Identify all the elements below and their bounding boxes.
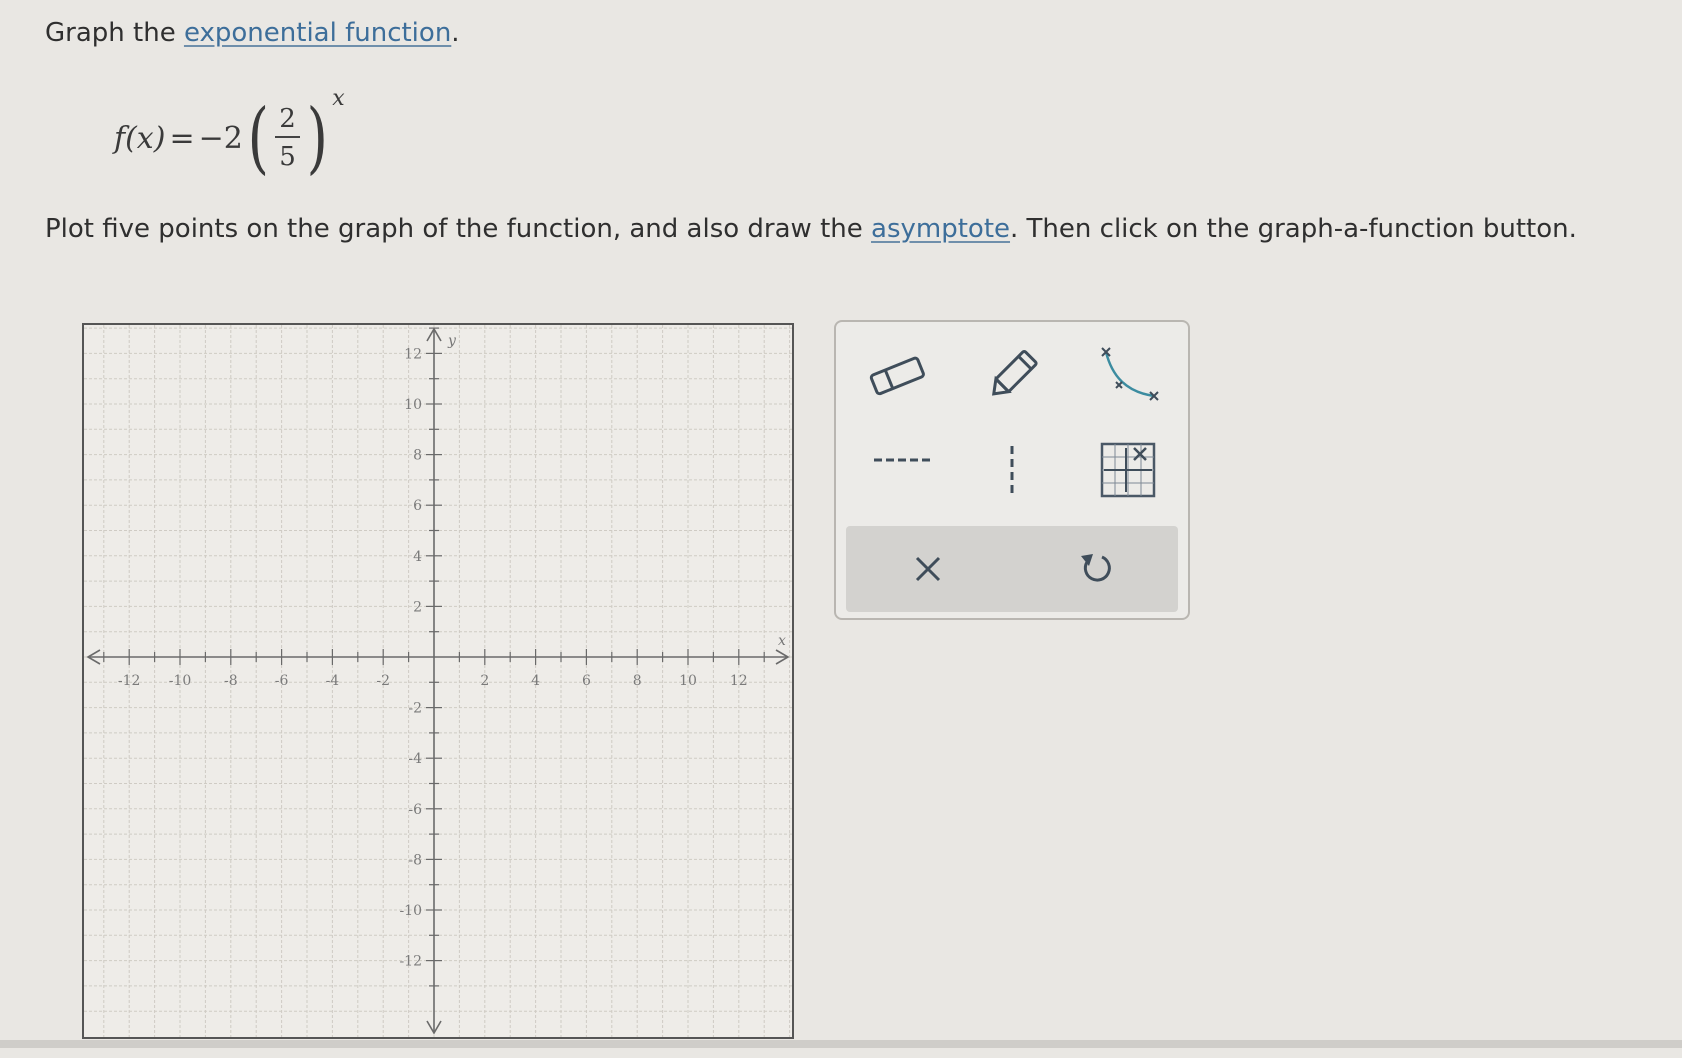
clear-button[interactable]: [903, 544, 953, 594]
horizontal-asymptote-tool-button[interactable]: [872, 442, 932, 478]
graph-function-icon: [1100, 442, 1156, 498]
x-tick-label: -6: [275, 673, 289, 689]
close-icon: [915, 556, 941, 582]
graph-toolbar: [834, 320, 1190, 620]
x-tick-label: 8: [633, 673, 642, 689]
horizontal-dashed-line-icon: [874, 458, 930, 462]
exponential-function-link[interactable]: exponential function: [184, 18, 451, 48]
right-paren: ): [306, 93, 328, 183]
y-tick-label: 4: [413, 549, 422, 565]
y-tick-label: -6: [408, 802, 422, 818]
coordinate-plane[interactable]: x y -12 -10 -8 -6 -4 -2 2 4 6 8 10 12 12 10 8 6 4 2 -2 -4 -6 -8…: [84, 325, 792, 1037]
y-tick-label: -4: [408, 751, 422, 767]
x-tick-label: 2: [480, 673, 489, 689]
eraser-tool-button[interactable]: [866, 350, 928, 400]
y-tick-label: -8: [408, 852, 422, 868]
undo-icon: [1081, 554, 1111, 582]
x-axis-label: x: [778, 633, 786, 649]
prompt-text: Graph the exponential function.: [45, 18, 460, 48]
formula-exponent: x: [332, 86, 345, 111]
y-tick-label: 10: [404, 397, 422, 413]
instruction-lead: Plot five points on the graph of the fun…: [45, 214, 872, 244]
exponential-curve-tool-button[interactable]: [1098, 346, 1160, 406]
fraction-denominator: 5: [279, 142, 296, 172]
undo-button[interactable]: [1071, 544, 1121, 594]
y-tick-label: 2: [413, 599, 422, 615]
x-tick-label: -4: [326, 673, 340, 689]
left-paren: (: [247, 93, 269, 183]
fraction-numerator: 2: [275, 104, 300, 138]
graph-a-function-button[interactable]: [1100, 442, 1156, 498]
tick-labels: x y -12 -10 -8 -6 -4 -2 2 4 6 8 10 12 12 10 8 6 4 2 -2 -4 -6 -8…: [118, 333, 786, 970]
x-tick-label: -12: [118, 673, 141, 689]
asymptote-link[interactable]: asymptote: [871, 214, 1010, 244]
y-tick-label: 6: [413, 498, 422, 514]
x-tick-label: 12: [730, 673, 748, 689]
prompt-trail: .: [451, 18, 460, 48]
formula-coefficient: −2: [198, 120, 243, 156]
y-tick-label: 12: [404, 346, 422, 362]
exponential-curve-icon: [1101, 347, 1159, 401]
y-tick-label: -10: [399, 903, 422, 919]
function-formula: f(x) = −2 ( 2 5 ) x: [114, 86, 345, 186]
formula-equals: =: [169, 120, 195, 156]
y-tick-label: -2: [408, 701, 422, 717]
pencil-icon: [992, 349, 1038, 396]
graph-area[interactable]: x y -12 -10 -8 -6 -4 -2 2 4 6 8 10 12 12 10 8 6 4 2 -2 -4 -6 -8…: [82, 323, 794, 1039]
action-bar: [846, 526, 1178, 612]
eraser-icon: [869, 356, 925, 396]
x-tick-label: 10: [679, 673, 697, 689]
pencil-tool-button[interactable]: [984, 344, 1046, 404]
x-tick-label: 6: [582, 673, 591, 689]
formula-lhs: f(x): [114, 120, 166, 156]
y-tick-label: 8: [413, 448, 422, 464]
prompt-lead: Graph the: [45, 18, 184, 48]
x-tick-label: -8: [224, 673, 238, 689]
x-tick-label: 4: [531, 673, 540, 689]
formula-fraction: 2 5: [275, 104, 300, 172]
instruction-text: Plot five points on the graph of the fun…: [45, 214, 1577, 244]
y-axis-label: y: [447, 333, 457, 349]
page-bottom-border: [0, 1040, 1682, 1048]
instruction-trail: . Then click on the graph-a-function but…: [1010, 214, 1577, 244]
y-tick-label: -12: [399, 954, 422, 970]
vertical-dashed-line-icon: [1010, 446, 1014, 496]
vertical-asymptote-tool-button[interactable]: [994, 444, 1030, 498]
x-tick-label: -10: [169, 673, 192, 689]
x-tick-label: -2: [376, 673, 390, 689]
